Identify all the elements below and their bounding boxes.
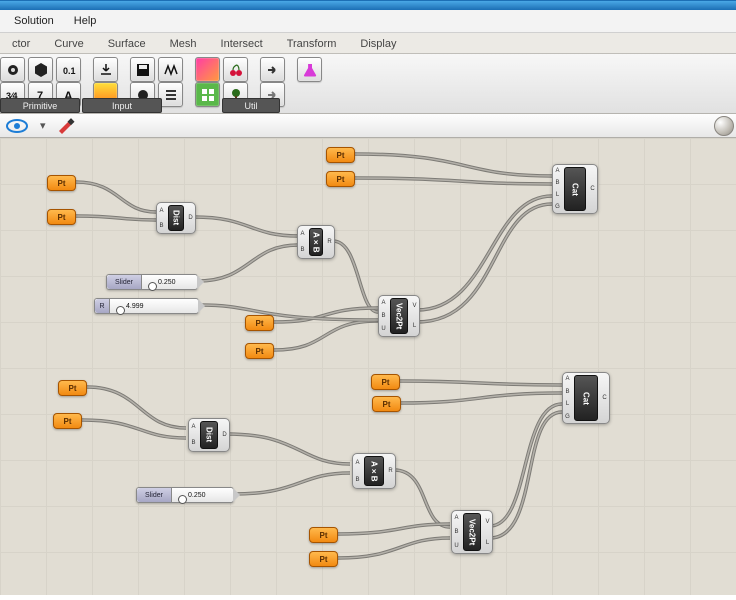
canvas[interactable]: Pt Pt Pt Pt Pt Pt AB Dist D AB A×B R ABU… bbox=[0, 138, 736, 595]
slider-label: Slider bbox=[107, 275, 142, 289]
node-outputs: VL bbox=[483, 511, 492, 553]
number-slider[interactable]: R 4.999 bbox=[94, 298, 199, 314]
point-param[interactable]: Pt bbox=[245, 343, 274, 359]
node-label: Cat bbox=[564, 167, 586, 211]
node-label: A×B bbox=[309, 228, 323, 256]
menu-help[interactable]: Help bbox=[64, 12, 107, 30]
slider-grip bbox=[233, 488, 240, 502]
tab-vector[interactable]: ctor bbox=[0, 35, 42, 53]
decimal-icon[interactable]: 0.1 bbox=[56, 57, 81, 82]
node-outputs: R bbox=[386, 454, 395, 488]
eye-icon[interactable] bbox=[4, 118, 30, 134]
gear-icon[interactable] bbox=[0, 57, 25, 82]
tab-transform[interactable]: Transform bbox=[275, 35, 349, 53]
arrow-right-icon[interactable] bbox=[260, 57, 285, 82]
view-toolbar: ▾ bbox=[0, 114, 736, 138]
menu-solution[interactable]: Solution bbox=[4, 12, 64, 30]
node-outputs: D bbox=[186, 203, 195, 233]
grid-green-icon[interactable] bbox=[195, 82, 220, 107]
slider-grip bbox=[197, 275, 204, 289]
slider-value[interactable]: 0.250 bbox=[142, 279, 197, 286]
node-outputs: C bbox=[600, 373, 609, 423]
node-inputs: ABLG bbox=[563, 373, 572, 423]
download-icon[interactable] bbox=[93, 57, 118, 82]
point-param[interactable]: Pt bbox=[309, 551, 338, 567]
group-input[interactable]: Input bbox=[82, 98, 162, 113]
number-slider[interactable]: Slider 0.250 bbox=[136, 487, 234, 503]
point-param[interactable]: Pt bbox=[245, 315, 274, 331]
point-param[interactable]: Pt bbox=[326, 147, 355, 163]
node-inputs: ABLG bbox=[553, 165, 562, 213]
slider-value[interactable]: 4.999 bbox=[110, 303, 198, 310]
wires-layer bbox=[0, 138, 736, 595]
node-label: Cat bbox=[574, 375, 598, 421]
category-tabs: ctor Curve Surface Mesh Intersect Transf… bbox=[0, 33, 736, 54]
node-label: A×B bbox=[364, 456, 384, 486]
node-inputs: AB bbox=[157, 203, 166, 233]
number-slider[interactable]: Slider 0.250 bbox=[106, 274, 198, 290]
multiply-node[interactable]: AB A×B R bbox=[297, 225, 335, 259]
node-outputs: R bbox=[325, 226, 334, 258]
cat-node[interactable]: ABLG Cat C bbox=[552, 164, 598, 214]
ribbon-panel: 0.1 3⁄4 7 A Primitive Input Util bbox=[0, 54, 736, 114]
slider-label: R bbox=[95, 299, 110, 313]
point-param[interactable]: Pt bbox=[47, 175, 76, 191]
group-util[interactable]: Util bbox=[222, 98, 280, 113]
node-inputs: AB bbox=[353, 454, 362, 488]
vec2pt-node[interactable]: ABU Vec2Pt VL bbox=[451, 510, 493, 554]
hexagon-icon[interactable] bbox=[28, 57, 53, 82]
multiply-node[interactable]: AB A×B R bbox=[352, 453, 396, 489]
tab-mesh[interactable]: Mesh bbox=[158, 35, 209, 53]
node-label: Vec2Pt bbox=[463, 513, 481, 551]
node-label: Dist bbox=[200, 421, 218, 449]
point-param[interactable]: Pt bbox=[47, 209, 76, 225]
node-outputs: VL bbox=[410, 296, 419, 336]
flask-icon[interactable] bbox=[297, 57, 322, 82]
node-inputs: ABU bbox=[452, 511, 461, 553]
point-param[interactable]: Pt bbox=[58, 380, 87, 396]
tab-curve[interactable]: Curve bbox=[42, 35, 95, 53]
node-outputs: C bbox=[588, 165, 597, 213]
tab-intersect[interactable]: Intersect bbox=[209, 35, 275, 53]
node-inputs: AB bbox=[189, 419, 198, 451]
sphere-icon[interactable] bbox=[714, 116, 734, 136]
node-inputs: AB bbox=[298, 226, 307, 258]
vec2pt-node[interactable]: ABU Vec2Pt VL bbox=[378, 295, 420, 337]
brush-icon[interactable] bbox=[56, 118, 76, 134]
slider-value[interactable]: 0.250 bbox=[172, 492, 233, 499]
point-param[interactable]: Pt bbox=[309, 527, 338, 543]
zigzag-icon[interactable] bbox=[158, 57, 183, 82]
point-param[interactable]: Pt bbox=[372, 396, 401, 412]
group-primitive[interactable]: Primitive bbox=[0, 98, 80, 113]
node-label: Vec2Pt bbox=[390, 298, 408, 334]
node-inputs: ABU bbox=[379, 296, 388, 336]
node-outputs: D bbox=[220, 419, 229, 451]
point-param[interactable]: Pt bbox=[53, 413, 82, 429]
menu-bar: Solution Help bbox=[0, 10, 736, 33]
slider-label: Slider bbox=[137, 488, 172, 502]
tab-surface[interactable]: Surface bbox=[96, 35, 158, 53]
point-param[interactable]: Pt bbox=[371, 374, 400, 390]
cat-node[interactable]: ABLG Cat C bbox=[562, 372, 610, 424]
distance-node[interactable]: AB Dist D bbox=[156, 202, 196, 234]
save-icon[interactable] bbox=[130, 57, 155, 82]
point-param[interactable]: Pt bbox=[326, 171, 355, 187]
gradient-icon[interactable] bbox=[195, 57, 220, 82]
window-titlebar bbox=[0, 0, 736, 10]
node-label: Dist bbox=[168, 205, 184, 231]
tab-display[interactable]: Display bbox=[348, 35, 408, 53]
cherry-icon[interactable] bbox=[223, 57, 248, 82]
svg-text:0.1: 0.1 bbox=[63, 66, 76, 76]
slider-grip bbox=[198, 299, 205, 313]
distance-node[interactable]: AB Dist D bbox=[188, 418, 230, 452]
